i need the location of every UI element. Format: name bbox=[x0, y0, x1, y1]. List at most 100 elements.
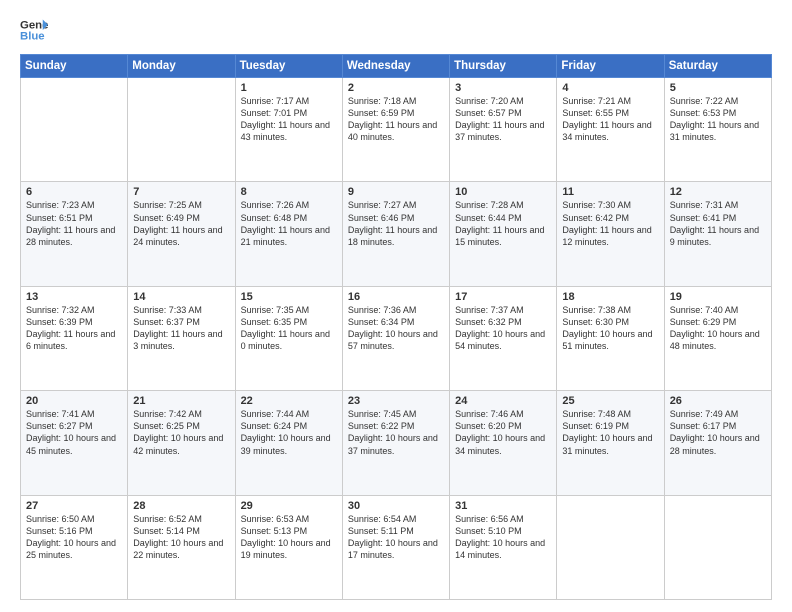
cell-sun-info: Sunrise: 7:37 AM Sunset: 6:32 PM Dayligh… bbox=[455, 304, 551, 353]
cell-sun-info: Sunrise: 7:31 AM Sunset: 6:41 PM Dayligh… bbox=[670, 199, 766, 248]
cell-sun-info: Sunrise: 6:54 AM Sunset: 5:11 PM Dayligh… bbox=[348, 513, 444, 562]
cell-sun-info: Sunrise: 7:45 AM Sunset: 6:22 PM Dayligh… bbox=[348, 408, 444, 457]
logo: General Blue bbox=[20, 16, 48, 44]
calendar-cell: 25Sunrise: 7:48 AM Sunset: 6:19 PM Dayli… bbox=[557, 391, 664, 495]
day-number: 19 bbox=[670, 291, 766, 303]
calendar-cell: 31Sunrise: 6:56 AM Sunset: 5:10 PM Dayli… bbox=[450, 495, 557, 599]
day-number: 21 bbox=[133, 395, 229, 407]
cell-sun-info: Sunrise: 7:21 AM Sunset: 6:55 PM Dayligh… bbox=[562, 95, 658, 144]
header: General Blue bbox=[20, 16, 772, 44]
day-number: 3 bbox=[455, 82, 551, 94]
calendar-cell: 7Sunrise: 7:25 AM Sunset: 6:49 PM Daylig… bbox=[128, 182, 235, 286]
cell-sun-info: Sunrise: 7:49 AM Sunset: 6:17 PM Dayligh… bbox=[670, 408, 766, 457]
day-number: 13 bbox=[26, 291, 122, 303]
cell-sun-info: Sunrise: 7:35 AM Sunset: 6:35 PM Dayligh… bbox=[241, 304, 337, 353]
day-number: 22 bbox=[241, 395, 337, 407]
calendar-cell: 16Sunrise: 7:36 AM Sunset: 6:34 PM Dayli… bbox=[342, 286, 449, 390]
calendar-cell bbox=[128, 78, 235, 182]
page: General Blue SundayMondayTuesdayWednesda… bbox=[0, 0, 792, 612]
cell-sun-info: Sunrise: 7:22 AM Sunset: 6:53 PM Dayligh… bbox=[670, 95, 766, 144]
cell-sun-info: Sunrise: 6:56 AM Sunset: 5:10 PM Dayligh… bbox=[455, 513, 551, 562]
day-number: 26 bbox=[670, 395, 766, 407]
cell-sun-info: Sunrise: 7:48 AM Sunset: 6:19 PM Dayligh… bbox=[562, 408, 658, 457]
calendar-week-4: 20Sunrise: 7:41 AM Sunset: 6:27 PM Dayli… bbox=[21, 391, 772, 495]
col-header-saturday: Saturday bbox=[664, 55, 771, 78]
col-header-tuesday: Tuesday bbox=[235, 55, 342, 78]
cell-sun-info: Sunrise: 7:46 AM Sunset: 6:20 PM Dayligh… bbox=[455, 408, 551, 457]
day-number: 18 bbox=[562, 291, 658, 303]
calendar-cell: 30Sunrise: 6:54 AM Sunset: 5:11 PM Dayli… bbox=[342, 495, 449, 599]
calendar-cell bbox=[21, 78, 128, 182]
col-header-monday: Monday bbox=[128, 55, 235, 78]
day-number: 23 bbox=[348, 395, 444, 407]
calendar-week-1: 1Sunrise: 7:17 AM Sunset: 7:01 PM Daylig… bbox=[21, 78, 772, 182]
day-number: 6 bbox=[26, 186, 122, 198]
day-number: 25 bbox=[562, 395, 658, 407]
col-header-sunday: Sunday bbox=[21, 55, 128, 78]
day-number: 20 bbox=[26, 395, 122, 407]
day-number: 4 bbox=[562, 82, 658, 94]
calendar-cell: 20Sunrise: 7:41 AM Sunset: 6:27 PM Dayli… bbox=[21, 391, 128, 495]
day-number: 29 bbox=[241, 500, 337, 512]
calendar-cell: 17Sunrise: 7:37 AM Sunset: 6:32 PM Dayli… bbox=[450, 286, 557, 390]
day-number: 31 bbox=[455, 500, 551, 512]
cell-sun-info: Sunrise: 7:36 AM Sunset: 6:34 PM Dayligh… bbox=[348, 304, 444, 353]
col-header-thursday: Thursday bbox=[450, 55, 557, 78]
calendar-cell bbox=[664, 495, 771, 599]
calendar-cell: 22Sunrise: 7:44 AM Sunset: 6:24 PM Dayli… bbox=[235, 391, 342, 495]
day-number: 12 bbox=[670, 186, 766, 198]
col-header-wednesday: Wednesday bbox=[342, 55, 449, 78]
cell-sun-info: Sunrise: 7:30 AM Sunset: 6:42 PM Dayligh… bbox=[562, 199, 658, 248]
calendar-cell bbox=[557, 495, 664, 599]
cell-sun-info: Sunrise: 7:44 AM Sunset: 6:24 PM Dayligh… bbox=[241, 408, 337, 457]
day-number: 10 bbox=[455, 186, 551, 198]
calendar-cell: 1Sunrise: 7:17 AM Sunset: 7:01 PM Daylig… bbox=[235, 78, 342, 182]
calendar-cell: 28Sunrise: 6:52 AM Sunset: 5:14 PM Dayli… bbox=[128, 495, 235, 599]
calendar-cell: 10Sunrise: 7:28 AM Sunset: 6:44 PM Dayli… bbox=[450, 182, 557, 286]
calendar-cell: 23Sunrise: 7:45 AM Sunset: 6:22 PM Dayli… bbox=[342, 391, 449, 495]
day-number: 16 bbox=[348, 291, 444, 303]
calendar-cell: 6Sunrise: 7:23 AM Sunset: 6:51 PM Daylig… bbox=[21, 182, 128, 286]
cell-sun-info: Sunrise: 7:40 AM Sunset: 6:29 PM Dayligh… bbox=[670, 304, 766, 353]
cell-sun-info: Sunrise: 7:38 AM Sunset: 6:30 PM Dayligh… bbox=[562, 304, 658, 353]
logo-icon: General Blue bbox=[20, 16, 48, 44]
calendar-cell: 21Sunrise: 7:42 AM Sunset: 6:25 PM Dayli… bbox=[128, 391, 235, 495]
day-number: 1 bbox=[241, 82, 337, 94]
cell-sun-info: Sunrise: 7:32 AM Sunset: 6:39 PM Dayligh… bbox=[26, 304, 122, 353]
calendar-cell: 11Sunrise: 7:30 AM Sunset: 6:42 PM Dayli… bbox=[557, 182, 664, 286]
col-header-friday: Friday bbox=[557, 55, 664, 78]
cell-sun-info: Sunrise: 7:26 AM Sunset: 6:48 PM Dayligh… bbox=[241, 199, 337, 248]
calendar-cell: 24Sunrise: 7:46 AM Sunset: 6:20 PM Dayli… bbox=[450, 391, 557, 495]
calendar-cell: 12Sunrise: 7:31 AM Sunset: 6:41 PM Dayli… bbox=[664, 182, 771, 286]
calendar-cell: 29Sunrise: 6:53 AM Sunset: 5:13 PM Dayli… bbox=[235, 495, 342, 599]
cell-sun-info: Sunrise: 7:28 AM Sunset: 6:44 PM Dayligh… bbox=[455, 199, 551, 248]
calendar-cell: 27Sunrise: 6:50 AM Sunset: 5:16 PM Dayli… bbox=[21, 495, 128, 599]
day-number: 5 bbox=[670, 82, 766, 94]
cell-sun-info: Sunrise: 7:42 AM Sunset: 6:25 PM Dayligh… bbox=[133, 408, 229, 457]
cell-sun-info: Sunrise: 7:41 AM Sunset: 6:27 PM Dayligh… bbox=[26, 408, 122, 457]
svg-text:Blue: Blue bbox=[20, 31, 45, 43]
day-number: 8 bbox=[241, 186, 337, 198]
day-number: 14 bbox=[133, 291, 229, 303]
cell-sun-info: Sunrise: 7:17 AM Sunset: 7:01 PM Dayligh… bbox=[241, 95, 337, 144]
calendar-cell: 13Sunrise: 7:32 AM Sunset: 6:39 PM Dayli… bbox=[21, 286, 128, 390]
cell-sun-info: Sunrise: 7:25 AM Sunset: 6:49 PM Dayligh… bbox=[133, 199, 229, 248]
cell-sun-info: Sunrise: 7:18 AM Sunset: 6:59 PM Dayligh… bbox=[348, 95, 444, 144]
calendar-cell: 4Sunrise: 7:21 AM Sunset: 6:55 PM Daylig… bbox=[557, 78, 664, 182]
day-number: 15 bbox=[241, 291, 337, 303]
cell-sun-info: Sunrise: 6:53 AM Sunset: 5:13 PM Dayligh… bbox=[241, 513, 337, 562]
calendar-cell: 9Sunrise: 7:27 AM Sunset: 6:46 PM Daylig… bbox=[342, 182, 449, 286]
cell-sun-info: Sunrise: 7:20 AM Sunset: 6:57 PM Dayligh… bbox=[455, 95, 551, 144]
cell-sun-info: Sunrise: 7:27 AM Sunset: 6:46 PM Dayligh… bbox=[348, 199, 444, 248]
calendar-cell: 5Sunrise: 7:22 AM Sunset: 6:53 PM Daylig… bbox=[664, 78, 771, 182]
calendar-cell: 8Sunrise: 7:26 AM Sunset: 6:48 PM Daylig… bbox=[235, 182, 342, 286]
calendar-cell: 15Sunrise: 7:35 AM Sunset: 6:35 PM Dayli… bbox=[235, 286, 342, 390]
day-number: 9 bbox=[348, 186, 444, 198]
calendar-cell: 14Sunrise: 7:33 AM Sunset: 6:37 PM Dayli… bbox=[128, 286, 235, 390]
calendar-cell: 19Sunrise: 7:40 AM Sunset: 6:29 PM Dayli… bbox=[664, 286, 771, 390]
day-number: 30 bbox=[348, 500, 444, 512]
cell-sun-info: Sunrise: 6:52 AM Sunset: 5:14 PM Dayligh… bbox=[133, 513, 229, 562]
calendar-cell: 18Sunrise: 7:38 AM Sunset: 6:30 PM Dayli… bbox=[557, 286, 664, 390]
calendar-cell: 3Sunrise: 7:20 AM Sunset: 6:57 PM Daylig… bbox=[450, 78, 557, 182]
day-header-row: SundayMondayTuesdayWednesdayThursdayFrid… bbox=[21, 55, 772, 78]
